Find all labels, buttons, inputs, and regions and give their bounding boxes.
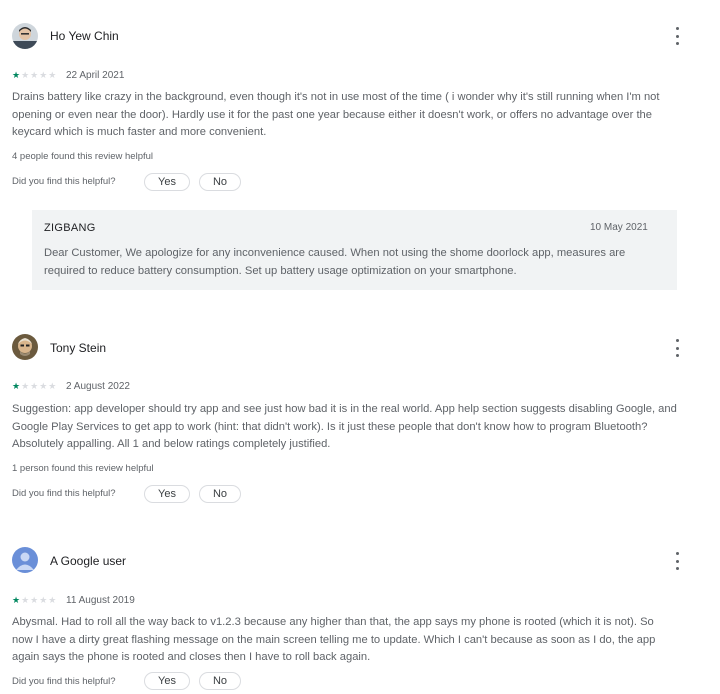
star-filled-icon: ★ — [12, 381, 22, 391]
yes-button[interactable]: Yes — [144, 485, 190, 503]
review-author: Tony Stein — [50, 341, 107, 355]
review-text: Abysmal. Had to roll all the way back to… — [12, 616, 656, 663]
more-options-icon[interactable] — [670, 339, 684, 357]
helpful-question: Did you find this helpful? — [12, 676, 116, 687]
helpful-question: Did you find this helpful? — [12, 488, 116, 499]
review-text: Suggestion: app developer should try app… — [12, 403, 677, 450]
avatar — [12, 334, 38, 360]
star-empty-icon: ★★★★ — [21, 70, 58, 80]
avatar — [12, 23, 38, 49]
more-options-icon[interactable] — [670, 27, 684, 45]
star-rating: ★★★★★ — [12, 70, 57, 80]
star-empty-icon: ★★★★ — [21, 381, 58, 391]
no-button[interactable]: No — [199, 173, 241, 191]
user-photo-icon — [12, 334, 38, 360]
star-empty-icon: ★★★★ — [21, 595, 58, 605]
star-filled-icon: ★ — [12, 595, 22, 605]
helpful-count: 1 person found this review helpful — [12, 463, 154, 474]
no-button[interactable]: No — [199, 672, 241, 690]
default-user-icon — [12, 547, 38, 573]
review-author: Ho Yew Chin — [50, 29, 119, 43]
avatar — [12, 547, 38, 573]
helpful-question: Did you find this helpful? — [12, 176, 116, 187]
review-author: A Google user — [50, 554, 127, 568]
reply-date: 10 May 2021 — [590, 222, 648, 233]
user-photo-icon — [12, 23, 38, 49]
review-date: 11 August 2019 — [66, 595, 135, 606]
review-date: 2 August 2022 — [66, 381, 130, 392]
review-date: 22 April 2021 — [66, 70, 125, 81]
review-text: Drains battery like crazy in the backgro… — [12, 91, 660, 138]
more-options-icon[interactable] — [670, 552, 684, 570]
helpful-count: 4 people found this review helpful — [12, 151, 154, 162]
no-button[interactable]: No — [199, 485, 241, 503]
yes-button[interactable]: Yes — [144, 672, 190, 690]
star-rating: ★★★★★ — [12, 381, 57, 391]
reply-text: Dear Customer, We apologize for any inco… — [44, 247, 626, 277]
star-filled-icon: ★ — [12, 70, 22, 80]
yes-button[interactable]: Yes — [144, 173, 190, 191]
reply-author: ZIGBANG — [44, 222, 96, 234]
star-rating: ★★★★★ — [12, 595, 57, 605]
